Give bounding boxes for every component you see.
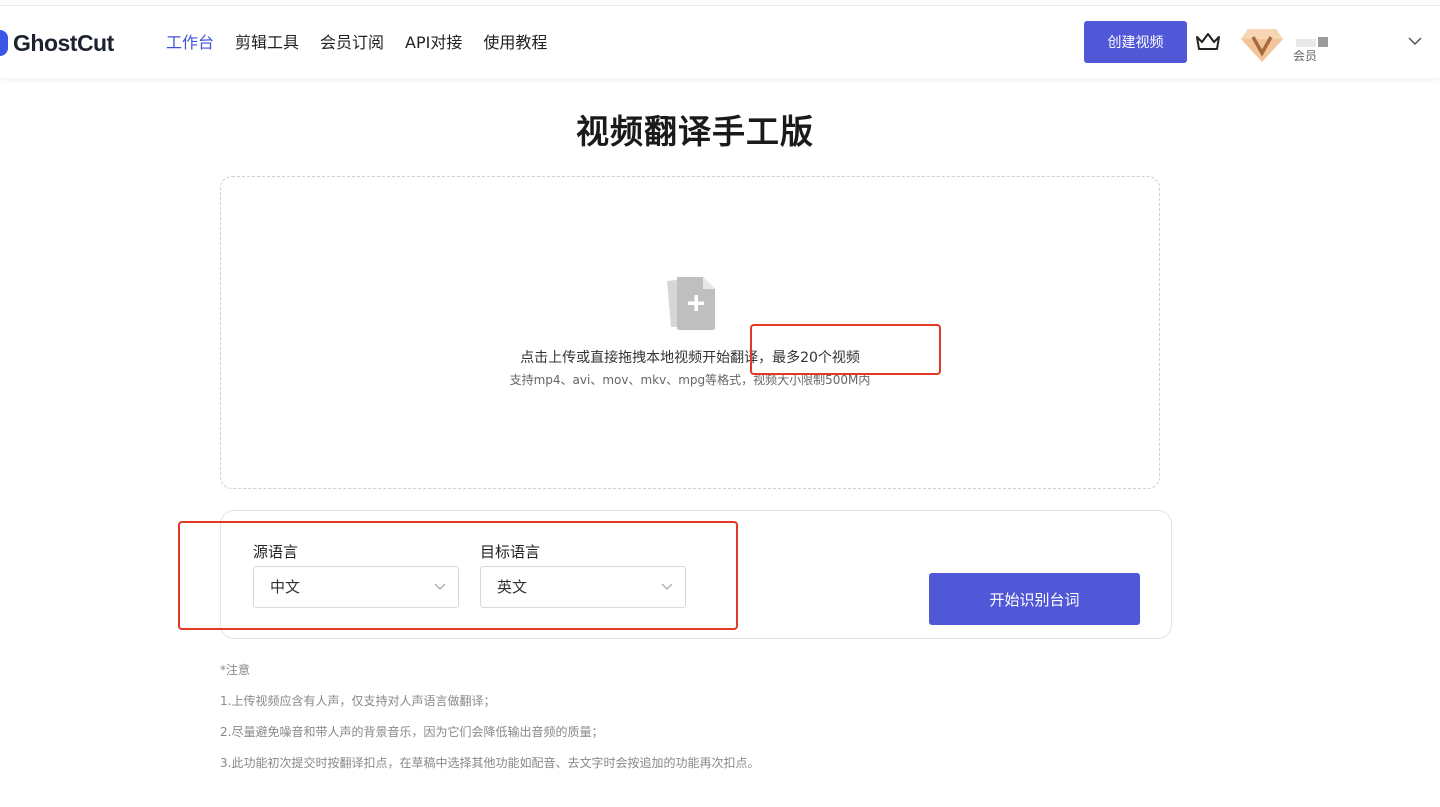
upload-instruction: 点击上传或直接拖拽本地视频开始翻译，最多20个视频 — [520, 350, 860, 366]
notes-section: *注意 1.上传视频应含有人声，仅支持对人声语言做翻译； 2.尽量避免噪音和带人… — [220, 662, 759, 786]
upload-dropzone[interactable]: 点击上传或直接拖拽本地视频开始翻译，最多20个视频 支持mp4、avi、mov、… — [220, 176, 1160, 489]
nav-item-membership[interactable]: 会员订阅 — [320, 30, 384, 56]
file-add-icon — [667, 277, 715, 330]
annotation-box-language — [178, 521, 738, 630]
notes-heading: *注意 — [220, 663, 251, 677]
page-title: 视频翻译手工版 — [576, 112, 814, 151]
logo[interactable]: GhostCut — [0, 28, 114, 58]
main-nav: 工作台 剪辑工具 会员订阅 API对接 使用教程 — [166, 30, 568, 56]
nav-item-edit-tools[interactable]: 剪辑工具 — [235, 30, 299, 56]
nav-item-tutorial[interactable]: 使用教程 — [483, 30, 547, 56]
vip-diamond-icon[interactable] — [1240, 25, 1284, 63]
brand-name: GhostCut — [13, 29, 114, 56]
annotation-box-video-limit — [750, 324, 941, 375]
chevron-down-icon[interactable] — [1408, 36, 1422, 46]
nav-item-api[interactable]: API对接 — [405, 30, 462, 56]
top-header: GhostCut 工作台 剪辑工具 会员订阅 API对接 使用教程 创建视频 会… — [0, 6, 1440, 78]
crown-icon[interactable] — [1195, 32, 1221, 52]
nav-item-workbench[interactable]: 工作台 — [166, 30, 214, 56]
member-label: 会员 — [1293, 49, 1318, 63]
note-item: 2.尽量避免噪音和带人声的背景音乐，因为它们会降低输出音频的质量； — [220, 725, 604, 739]
start-recognition-button[interactable]: 开始识别台词 — [929, 573, 1140, 625]
note-item: 3.此功能初次提交时按翻译扣点，在草稿中选择其他功能如配音、去文字时会按追加的功… — [220, 756, 760, 770]
avatar-name-blurred — [1296, 32, 1332, 47]
logo-mark-icon — [0, 30, 8, 56]
create-video-button[interactable]: 创建视频 — [1084, 21, 1187, 63]
upload-format-hint: 支持mp4、avi、mov、mkv、mpg等格式，视频大小限制500M内 — [509, 373, 871, 387]
note-item: 1.上传视频应含有人声，仅支持对人声语言做翻译； — [220, 694, 496, 708]
